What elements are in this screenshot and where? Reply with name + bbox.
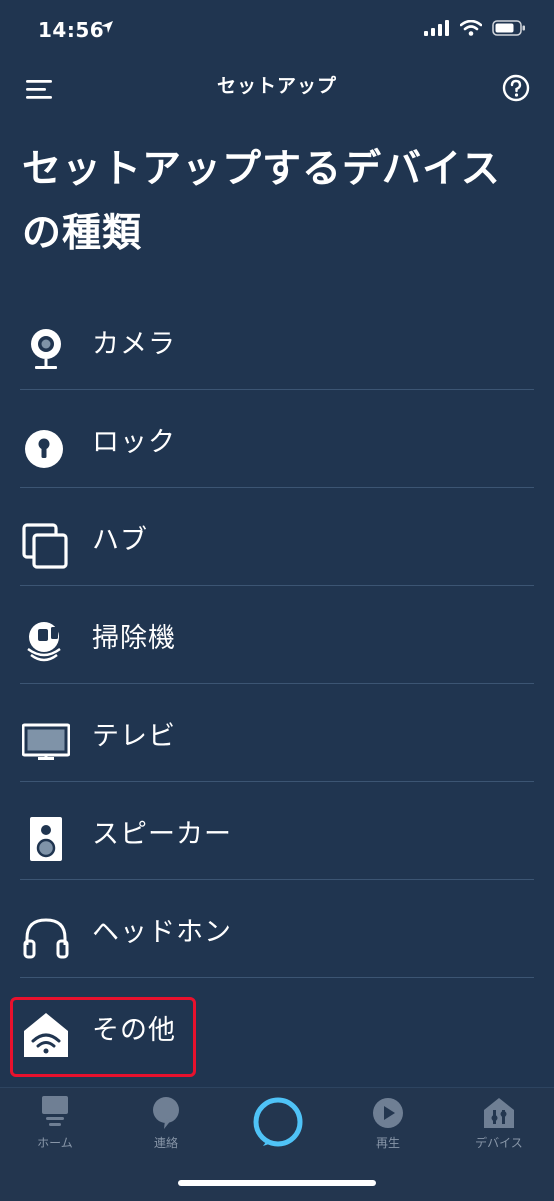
devices-icon (484, 1098, 514, 1128)
device-type-list: カメラ ロック ハブ 掃除機 テレビ スピーカー ヘッドホン その他 (0, 292, 554, 1075)
tab-devices[interactable]: デバイス (444, 1096, 554, 1156)
location-arrow-icon (101, 21, 113, 33)
device-item-other[interactable]: その他 (20, 978, 534, 1075)
tab-label: ホーム (37, 1136, 73, 1150)
device-item-vacuum[interactable]: 掃除機 (20, 586, 534, 684)
device-label: テレビ (92, 721, 176, 752)
device-label: カメラ (92, 329, 176, 360)
tab-home[interactable]: ホーム (0, 1096, 110, 1156)
help-icon[interactable] (502, 74, 530, 102)
tab-label: 再生 (375, 1136, 400, 1150)
smart-home-icon (24, 1013, 68, 1057)
device-label: その他 (92, 1015, 176, 1046)
camera-icon (31, 329, 61, 369)
device-label: 掃除機 (92, 623, 176, 654)
lock-icon (25, 430, 63, 468)
alexa-icon[interactable] (252, 1096, 304, 1148)
battery-icon (492, 20, 525, 36)
tv-icon (22, 723, 70, 760)
tab-label: デバイス (475, 1136, 523, 1150)
speaker-icon (30, 817, 62, 861)
device-label: ヘッドホン (92, 917, 232, 948)
nav-bar: セットアップ (0, 62, 554, 118)
hub-icon (22, 523, 68, 569)
device-item-hub[interactable]: ハブ (20, 488, 534, 586)
tab-play[interactable]: 再生 (333, 1096, 443, 1156)
wifi-icon (460, 20, 482, 36)
device-item-lock[interactable]: ロック (20, 390, 534, 488)
device-item-tv[interactable]: テレビ (20, 684, 534, 782)
device-item-headphones[interactable]: ヘッドホン (20, 880, 534, 978)
device-item-speaker[interactable]: スピーカー (20, 782, 534, 880)
status-time: 14:56 (38, 18, 105, 42)
headphones-icon (23, 918, 69, 959)
status-icons (424, 20, 526, 36)
device-item-camera[interactable]: カメラ (20, 292, 534, 390)
device-label: スピーカー (92, 819, 232, 850)
play-icon (373, 1098, 403, 1128)
device-label: ハブ (92, 525, 148, 556)
tab-communicate[interactable]: 連絡 (111, 1096, 221, 1156)
vacuum-icon (27, 622, 61, 662)
home-indicator (178, 1180, 376, 1186)
chat-icon (153, 1097, 179, 1129)
signal-icon (424, 20, 449, 36)
status-bar: 14:56 (0, 0, 554, 62)
home-icon (42, 1096, 68, 1126)
tab-label: 連絡 (153, 1136, 178, 1150)
nav-title: セットアップ (216, 75, 337, 97)
device-label: ロック (92, 427, 176, 458)
page-title: セットアップするデバイスの種類 (22, 147, 501, 256)
